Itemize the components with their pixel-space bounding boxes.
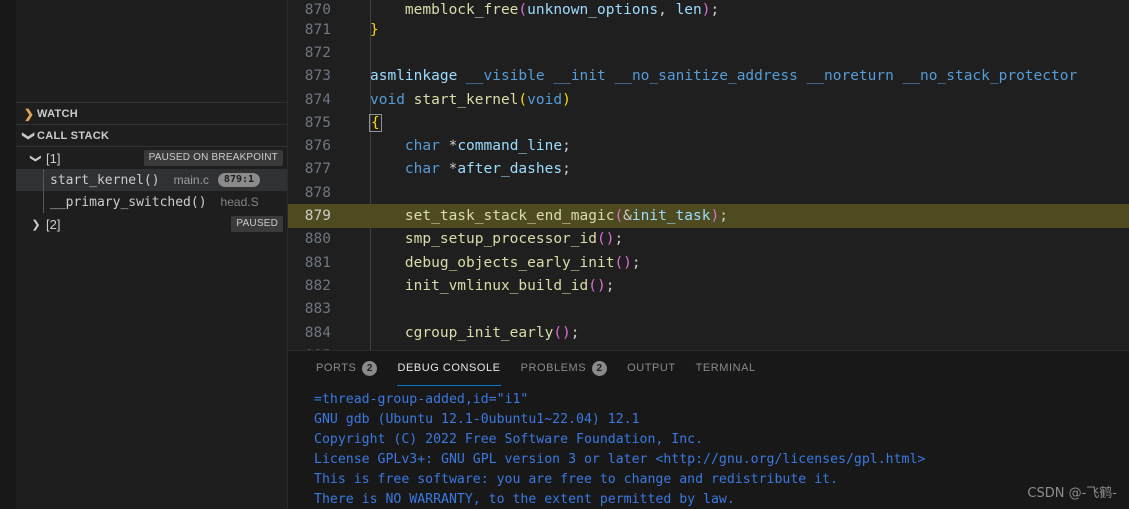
frame-name: start_kernel() xyxy=(50,172,160,188)
code-line: 880 smp_setup_processor_id(); xyxy=(288,228,1129,251)
code-line: 872 xyxy=(288,41,1129,64)
sidebar-section-watch[interactable]: ❯ WATCH xyxy=(16,103,287,125)
line-number: 874 xyxy=(304,91,331,108)
line-content: asmlinkage __visible __init __no_sanitiz… xyxy=(370,68,1078,85)
line-number: 873 xyxy=(304,68,331,85)
code-line: 870 memblock_free(unknown_options, len); xyxy=(288,0,1129,18)
line-content: { xyxy=(345,113,1129,132)
line-content: set_task_stack_end_magic(&init_task); xyxy=(370,208,728,225)
debug-sidebar: ❯ WATCH ❯ CALL STACK ❯ [1] PAUSED ON BRE… xyxy=(16,0,288,509)
code-line: 876 char *command_line; xyxy=(288,134,1129,157)
line-content: char *command_line; xyxy=(370,138,571,155)
line-number: 883 xyxy=(304,301,331,318)
call-stack-frame-start-kernel[interactable]: start_kernel() main.c 879:1 xyxy=(16,169,287,191)
code-editor[interactable]: 870 memblock_free(unknown_options, len);… xyxy=(288,0,1129,350)
console-line: There is NO WARRANTY, to the extent perm… xyxy=(314,491,735,507)
call-stack-thread-2[interactable]: ❯ [2] PAUSED xyxy=(16,213,287,235)
chevron-right-icon: ❯ xyxy=(23,106,35,121)
code-line-active[interactable]: 879 set_task_stack_end_magic(&init_task)… xyxy=(288,204,1129,228)
thread-label: [1] xyxy=(46,150,61,166)
line-content: init_vmlinux_build_id(); xyxy=(370,277,615,294)
vscode-window: ❯ WATCH ❯ CALL STACK ❯ [1] PAUSED ON BRE… xyxy=(0,0,1129,509)
call-stack-thread-1[interactable]: ❯ [1] PAUSED ON BREAKPOINT xyxy=(16,147,287,169)
code-line: 883 xyxy=(288,298,1129,321)
code-line: 874 void start_kernel(void) xyxy=(288,88,1129,111)
line-content: void start_kernel(void) xyxy=(370,91,571,108)
variables-section-empty xyxy=(16,0,287,103)
tab-problems[interactable]: PROBLEMS 2 xyxy=(511,351,618,386)
console-line: GNU gdb (Ubuntu 12.1-0ubuntu1~22.04) 12.… xyxy=(314,411,640,427)
chevron-down-icon: ❯ xyxy=(29,153,42,163)
frame-position-badge: 879:1 xyxy=(217,173,261,187)
line-number: 884 xyxy=(304,324,331,341)
line-number: 871 xyxy=(304,21,331,38)
bracket-match-highlight: { xyxy=(369,113,382,132)
line-number: 881 xyxy=(304,254,331,271)
tab-label: PROBLEMS xyxy=(520,362,587,375)
sidebar-section-call-stack[interactable]: ❯ CALL STACK xyxy=(16,125,287,147)
tab-badge-count: 2 xyxy=(592,360,608,376)
line-number: 876 xyxy=(304,138,331,155)
tree-indent-guide xyxy=(43,191,44,213)
thread-label: [2] xyxy=(46,216,61,232)
line-number: 870 xyxy=(304,2,331,18)
tab-label: PORTS xyxy=(316,362,357,375)
line-number: 885 xyxy=(288,348,345,350)
chevron-right-icon: ❯ xyxy=(31,218,41,231)
line-content: debug_objects_early_init(); xyxy=(370,254,641,271)
thread-state-badge: PAUSED ON BREAKPOINT xyxy=(143,150,283,166)
panel-tab-bar: PORTS 2 DEBUG CONSOLE PROBLEMS 2 OUTPUT … xyxy=(288,350,1129,386)
activity-bar[interactable] xyxy=(0,0,16,509)
editor-and-panel: 870 memblock_free(unknown_options, len);… xyxy=(288,0,1129,509)
console-line: This is free software: you are free to c… xyxy=(314,471,839,487)
code-line: 871 } xyxy=(288,18,1129,41)
code-line: 885 xyxy=(288,344,1129,350)
tab-ports[interactable]: PORTS 2 xyxy=(306,351,387,386)
tab-label: TERMINAL xyxy=(695,362,756,375)
tab-output[interactable]: OUTPUT xyxy=(617,351,686,386)
line-content: char *after_dashes; xyxy=(370,161,571,178)
line-number: 872 xyxy=(304,44,331,61)
tab-terminal[interactable]: TERMINAL xyxy=(686,351,766,386)
call-stack-tree: ❯ [1] PAUSED ON BREAKPOINT start_kernel(… xyxy=(16,147,287,235)
bottom-panel: PORTS 2 DEBUG CONSOLE PROBLEMS 2 OUTPUT … xyxy=(288,349,1129,509)
thread-state-badge: PAUSED xyxy=(231,216,283,232)
line-number-active: 879 xyxy=(304,208,331,225)
console-line: =thread-group-added,id="i1" xyxy=(314,391,529,407)
call-stack-frame-primary-switched[interactable]: __primary_switched() head.S xyxy=(16,191,287,213)
console-line: Copyright (C) 2022 Free Software Foundat… xyxy=(314,431,704,447)
code-line: 875 { xyxy=(288,111,1129,134)
tab-label: DEBUG CONSOLE xyxy=(397,362,501,375)
line-number: 878 xyxy=(304,184,331,201)
code-line: 873 asmlinkage __visible __init __no_san… xyxy=(288,65,1129,88)
call-stack-section-label: CALL STACK xyxy=(37,129,110,142)
line-number: 877 xyxy=(304,161,331,178)
frame-file: head.S xyxy=(220,195,259,209)
code-line: 884 cgroup_init_early(); xyxy=(288,321,1129,344)
line-number: 880 xyxy=(304,231,331,248)
frame-file: main.c xyxy=(173,173,209,187)
frame-name: __primary_switched() xyxy=(50,194,207,210)
line-content: cgroup_init_early(); xyxy=(370,324,580,341)
code-line: 877 char *after_dashes; xyxy=(288,158,1129,181)
line-number: 875 xyxy=(304,114,331,131)
line-number: 882 xyxy=(304,277,331,294)
code-line: 878 xyxy=(288,181,1129,204)
line-content: smp_setup_processor_id(); xyxy=(370,231,624,248)
chevron-down-icon: ❯ xyxy=(22,130,36,141)
tab-badge-count: 2 xyxy=(362,360,378,376)
console-line: License GPLv3+: GNU GPL version 3 or lat… xyxy=(314,451,926,467)
code-line: 881 debug_objects_early_init(); xyxy=(288,251,1129,274)
watermark: CSDN @-飞鹤- xyxy=(1027,486,1117,501)
tab-debug-console[interactable]: DEBUG CONSOLE xyxy=(387,351,510,386)
tab-label: OUTPUT xyxy=(627,362,676,375)
tree-indent-guide xyxy=(43,169,44,191)
line-content: memblock_free(unknown_options, len); xyxy=(370,2,720,18)
debug-console-output[interactable]: =thread-group-added,id="i1" GNU gdb (Ubu… xyxy=(288,386,1129,509)
line-content: } xyxy=(370,21,379,38)
code-line: 882 init_vmlinux_build_id(); xyxy=(288,274,1129,297)
watch-section-label: WATCH xyxy=(37,107,79,120)
